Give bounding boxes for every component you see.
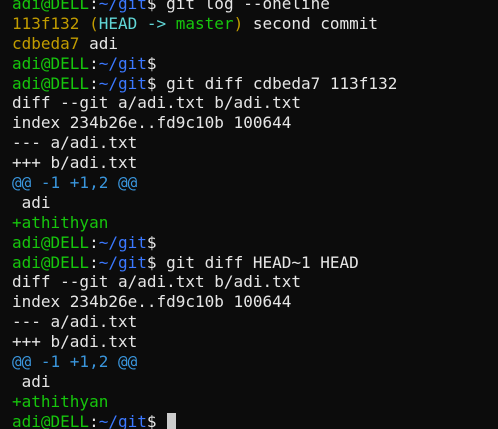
terminal-line: adi	[12, 193, 498, 213]
terminal-text: cdbeda7	[12, 33, 80, 53]
terminal-text: diff --git a/adi.txt b/adi.txt	[12, 93, 301, 113]
terminal-window[interactable]: adi@DELL:~/git$ git log --oneline 113f132…	[0, 0, 498, 429]
terminal-text: index 234b26e..fd9c10b 100644	[12, 113, 292, 133]
terminal-line: adi@DELL:~/git$ git diff cdbeda7 113f132	[12, 74, 498, 94]
terminal-text: $	[146, 411, 167, 429]
terminal-text: :	[89, 232, 99, 252]
terminal-text: --- a/adi.txt	[12, 133, 138, 153]
terminal-text: ~/git	[98, 73, 147, 93]
terminal-line: adi@DELL:~/git$ git diff HEAD~1 HEAD	[12, 253, 498, 273]
terminal-text: $ git diff HEAD~1 HEAD	[146, 252, 359, 272]
terminal-text: adi@DELL	[12, 411, 90, 429]
terminal-text: ~/git	[98, 252, 147, 272]
terminal-text: master	[175, 13, 234, 33]
terminal-line: adi	[12, 372, 498, 392]
terminal-line: +athithyan	[12, 392, 498, 412]
terminal-text: $	[146, 53, 157, 73]
terminal-line: --- a/adi.txt	[12, 312, 498, 332]
terminal-text: :	[89, 0, 99, 13]
terminal-text: second commit	[243, 13, 379, 33]
terminal-text: @@ -1 +1,2 @@	[12, 352, 138, 372]
terminal-line: @@ -1 +1,2 @@	[12, 352, 498, 372]
terminal-text: @@ -1 +1,2 @@	[12, 173, 138, 193]
terminal-text: +++ b/adi.txt	[12, 332, 138, 352]
terminal-text: :	[89, 252, 99, 272]
terminal-text: adi@DELL	[12, 232, 90, 252]
terminal-text: adi	[12, 192, 51, 212]
terminal-text: 113f132 (	[12, 13, 99, 33]
terminal-text: $ git diff cdbeda7 113f132	[146, 73, 398, 93]
terminal-text: +athithyan	[12, 391, 109, 411]
terminal-text: :	[89, 73, 99, 93]
terminal-line: index 234b26e..fd9c10b 100644	[12, 292, 498, 312]
terminal-line: --- a/adi.txt	[12, 133, 498, 153]
terminal-line: +athithyan	[12, 213, 498, 233]
terminal-line: +++ b/adi.txt	[12, 332, 498, 352]
terminal-text: ~/git	[98, 53, 147, 73]
terminal-line: adi@DELL:~/git$	[12, 54, 498, 74]
terminal-text: $	[146, 232, 157, 252]
terminal-text: )	[233, 13, 244, 33]
terminal-line: @@ -1 +1,2 @@	[12, 173, 498, 193]
terminal-text: --- a/adi.txt	[12, 312, 138, 332]
text-cursor	[167, 412, 177, 429]
terminal-text: diff --git a/adi.txt b/adi.txt	[12, 272, 301, 292]
terminal-text: HEAD ->	[98, 13, 176, 33]
terminal-text: :	[89, 53, 99, 73]
terminal-text: ~/git	[98, 411, 147, 429]
terminal-text: adi@DELL	[12, 0, 90, 13]
terminal-line: index 234b26e..fd9c10b 100644	[12, 113, 498, 133]
terminal-text: ~/git	[98, 232, 147, 252]
terminal-line: diff --git a/adi.txt b/adi.txt	[12, 93, 498, 113]
terminal-text: index 234b26e..fd9c10b 100644	[12, 292, 292, 312]
terminal-output: adi@DELL:~/git$ git log --oneline 113f132…	[12, 0, 498, 429]
terminal-line: +++ b/adi.txt	[12, 153, 498, 173]
terminal-line: adi@DELL:~/git$	[12, 412, 498, 429]
terminal-text: +++ b/adi.txt	[12, 153, 138, 173]
terminal-text: adi@DELL	[12, 53, 90, 73]
terminal-text: +athithyan	[12, 212, 109, 232]
terminal-text: adi@DELL	[12, 252, 90, 272]
terminal-text: ~/git	[98, 0, 147, 13]
terminal-line: 113f132 (HEAD -> master) second commit	[12, 14, 498, 34]
terminal-text: adi	[79, 33, 118, 53]
terminal-line: adi@DELL:~/git$	[12, 233, 498, 253]
terminal-text: adi@DELL	[12, 73, 90, 93]
terminal-line: cdbeda7 adi	[12, 34, 498, 54]
terminal-line: adi@DELL:~/git$ git log --oneline	[12, 0, 498, 14]
terminal-line: diff --git a/adi.txt b/adi.txt	[12, 272, 498, 292]
terminal-text: $ git log --oneline	[146, 0, 330, 13]
terminal-text: :	[89, 411, 99, 429]
terminal-text: adi	[12, 371, 51, 391]
